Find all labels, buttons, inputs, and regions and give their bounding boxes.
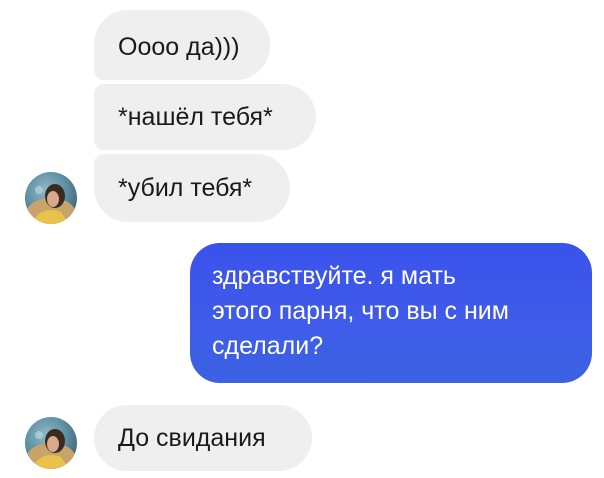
message-text: *нашёл тебя* [118,103,273,131]
contact-avatar-icon[interactable] [25,172,77,224]
message-text: До свидания [118,424,266,452]
incoming-message[interactable]: До свидания [94,405,312,471]
message-line: сделали? [212,332,324,360]
incoming-message[interactable]: Оооо да))) [94,10,270,80]
outgoing-message[interactable]: здравствуйте. я мать этого парня, что вы… [190,243,592,383]
message-text: Оооо да))) [118,33,240,61]
chat-thread: Оооо да))) *нашёл тебя* *убил тебя* здра… [0,0,604,478]
message-line: этого парня, что вы с ним [212,297,509,325]
incoming-message[interactable]: *убил тебя* [94,154,290,222]
incoming-message[interactable]: *нашёл тебя* [94,84,316,150]
contact-avatar-icon[interactable] [25,417,77,469]
message-text: *убил тебя* [118,174,253,202]
message-line: здравствуйте. я мать [212,262,456,290]
